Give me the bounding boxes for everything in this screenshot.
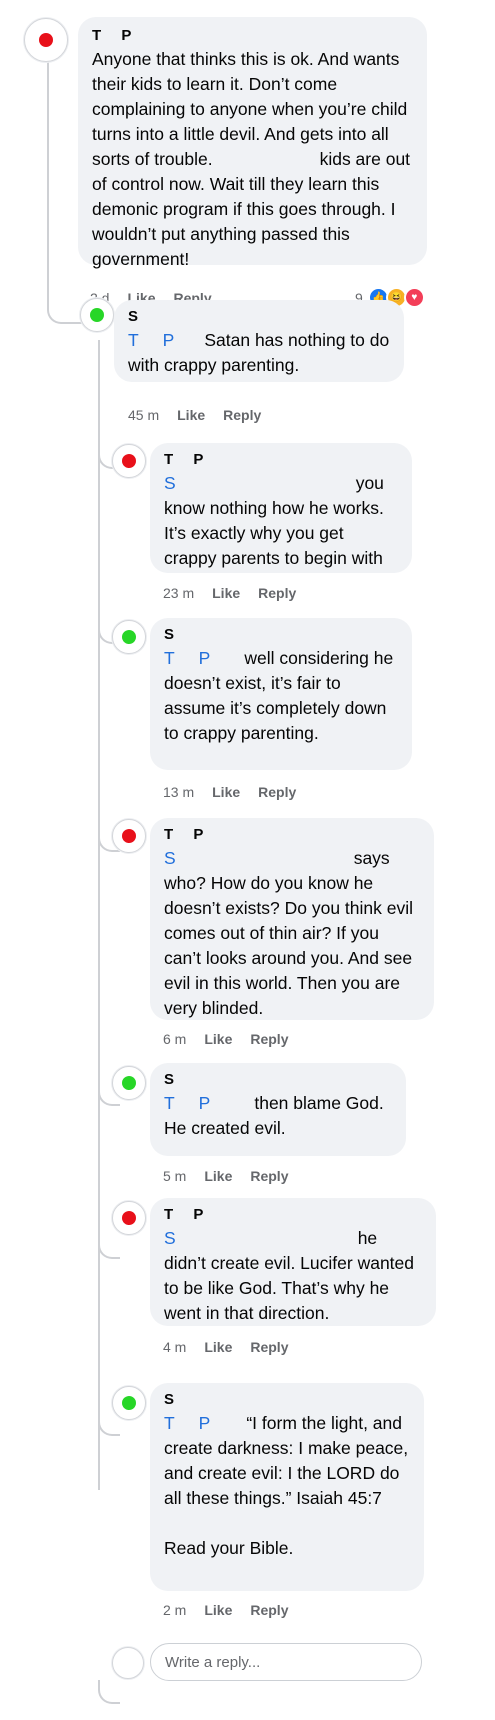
reply-button[interactable]: Reply [258,784,296,800]
comment-bubble: S T P “I form the light, and create darkn… [150,1383,424,1591]
comment-actions: 6 m Like Reply [163,1031,306,1047]
avatar-green-dot [122,1396,136,1410]
comment-timestamp[interactable]: 13 m [163,784,194,800]
comment-bubble: T P She didn’t create evil. Lucifer want… [150,1198,436,1326]
avatar[interactable] [24,18,68,62]
comment-timestamp[interactable]: 4 m [163,1339,186,1355]
reply-button[interactable]: Reply [250,1168,288,1184]
comment-author[interactable]: T P [164,824,420,846]
comment-actions: 4 m Like Reply [163,1339,306,1355]
comment-actions: 23 m Like Reply [163,585,314,601]
comment-author[interactable]: S [164,1389,410,1411]
comment-text-wrapper: T Pwell considering he doesn’t exist, it… [164,646,398,746]
mention-link[interactable]: T P [164,1093,210,1113]
like-button[interactable]: Like [204,1168,232,1184]
like-button[interactable]: Like [212,585,240,601]
comment-text: you know nothing how he works. It’s exac… [164,473,389,568]
comment-text: says who? How do you know he doesn’t exi… [164,848,418,1018]
reply-button[interactable]: Reply [250,1339,288,1355]
like-button[interactable]: Like [204,1031,232,1047]
comment-bubble: S T P Satan has nothing to do with crappy… [114,300,404,382]
reply-button[interactable]: Reply [223,407,261,423]
mention-link[interactable]: T P [128,330,174,350]
comment-text-wrapper: T P Satan has nothing to do with crappy p… [128,328,390,378]
reply-button[interactable]: Reply [258,585,296,601]
comment-author[interactable]: S [164,1069,392,1091]
reply-button[interactable]: Reply [250,1602,288,1618]
avatar-green-dot [90,308,104,322]
comment-bubble: T P Anyone that thinks this is ok. And w… [78,17,427,269]
comment-text: Anyone that thinks this is ok. And wants… [92,49,415,269]
comment-bubble: T P Ssays who? How do you know he doesn’… [150,818,434,1020]
avatar[interactable] [112,1066,146,1100]
comment-author[interactable]: T P [164,1204,422,1226]
comment-timestamp[interactable]: 45 m [128,407,159,423]
reply-button[interactable]: Reply [250,1031,288,1047]
mention-link[interactable]: S [164,473,176,493]
avatar[interactable] [112,1201,146,1235]
mention-link[interactable]: T P [164,648,210,668]
love-reaction-icon: ♥ [403,287,425,308]
thread-line-main [47,62,49,302]
avatar-green-dot [122,630,136,644]
mention-link[interactable]: T P [164,1413,210,1433]
comment-author[interactable]: S [164,624,398,646]
thread-elbow [98,1680,120,1704]
thread-line-replies [98,340,100,1490]
comment-text-wrapper: Syou know nothing how he works. It’s exa… [164,471,398,571]
avatar-red-dot [122,1211,136,1225]
comment-text-wrapper: T P “I form the light, and create darknes… [164,1411,410,1561]
reply-input-placeholder: Write a reply... [165,1653,261,1671]
avatar-red-dot [122,829,136,843]
comment-actions: 5 m Like Reply [163,1168,306,1184]
like-button[interactable]: Like [204,1602,232,1618]
comment-text-wrapper: She didn’t create evil. Lucifer wanted t… [164,1226,422,1326]
comment-actions: 2 m Like Reply [163,1602,306,1618]
like-button[interactable]: Like [212,784,240,800]
comment-timestamp[interactable]: 2 m [163,1602,186,1618]
comment-author[interactable]: T P [164,449,398,471]
avatar[interactable] [80,298,114,332]
comment-text-wrapper: Ssays who? How do you know he doesn’t ex… [164,846,420,1021]
avatar-red-dot [39,33,53,47]
avatar[interactable] [112,819,146,853]
comment-timestamp[interactable]: 6 m [163,1031,186,1047]
current-user-avatar [112,1647,144,1679]
like-button[interactable]: Like [177,407,205,423]
comment-actions: 13 m Like Reply [163,784,314,800]
thread-elbow [98,1235,120,1259]
reply-input[interactable]: Write a reply... [150,1643,422,1681]
comment-text: he didn’t create evil. Lucifer wanted to… [164,1228,419,1323]
mention-link[interactable]: S [164,848,176,868]
comment-author[interactable]: T P [92,25,413,47]
comment-text-wrapper: T Pthen blame God. He created evil. [164,1091,392,1141]
comment-actions: 45 m Like Reply [128,407,279,423]
avatar[interactable] [112,1386,146,1420]
mention-link[interactable]: S [164,1228,176,1248]
avatar[interactable] [112,444,146,478]
avatar-green-dot [122,1076,136,1090]
comment-bubble: T P Syou know nothing how he works. It’s… [150,443,412,573]
comment-bubble: S T Pthen blame God. He created evil. [150,1063,406,1156]
avatar[interactable] [112,620,146,654]
comment-bubble: S T Pwell considering he doesn’t exist, … [150,618,412,770]
like-button[interactable]: Like [204,1339,232,1355]
comment-author[interactable]: S [128,306,390,328]
comment-timestamp[interactable]: 23 m [163,585,194,601]
avatar-red-dot [122,454,136,468]
comment-timestamp[interactable]: 5 m [163,1168,186,1184]
comment-text: “I form the light, and create darkness: … [164,1413,409,1558]
